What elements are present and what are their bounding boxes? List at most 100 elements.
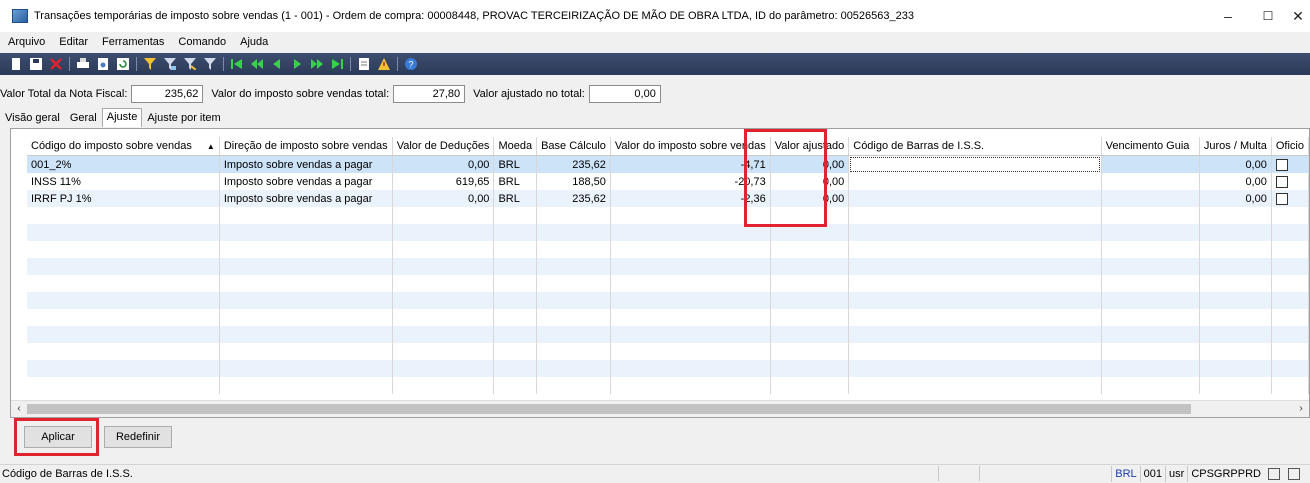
cell-oficio[interactable] bbox=[1271, 190, 1309, 207]
apply-button[interactable]: Aplicar bbox=[24, 426, 92, 448]
cell-codigo-barras[interactable] bbox=[848, 173, 1102, 190]
tab-geral[interactable]: Geral bbox=[65, 109, 102, 127]
col-header-moeda[interactable]: Moeda bbox=[493, 137, 538, 156]
menu-editar[interactable]: Editar bbox=[51, 36, 94, 48]
empty-table-row bbox=[27, 343, 1309, 360]
tab-ajuste[interactable]: Ajuste bbox=[101, 108, 143, 127]
tax-grid: Código do imposto sobre vendas ▲ Direção… bbox=[10, 128, 1310, 418]
previous-record-icon[interactable] bbox=[271, 58, 283, 70]
col-header-vencimento-guia[interactable]: Vencimento Guia bbox=[1101, 137, 1200, 156]
filter-icon[interactable] bbox=[204, 58, 216, 70]
advanced-filter-icon[interactable] bbox=[164, 58, 176, 70]
col-header-valor-ajustado[interactable]: Valor ajustado bbox=[770, 137, 850, 156]
previous-page-icon[interactable] bbox=[251, 58, 263, 70]
cell-oficio[interactable] bbox=[1271, 155, 1309, 173]
col-header-base-calculo[interactable]: Base Cálculo bbox=[536, 137, 611, 156]
col-header-deducoes[interactable]: Valor de Deduções bbox=[392, 137, 495, 156]
cell-valor-imposto[interactable]: -4,71 bbox=[610, 155, 771, 173]
oficio-checkbox[interactable] bbox=[1275, 175, 1288, 188]
col-header-direcao[interactable]: Direção de imposto sobre vendas bbox=[219, 137, 393, 156]
menu-ajuda[interactable]: Ajuda bbox=[232, 36, 274, 48]
alert-icon[interactable] bbox=[378, 58, 390, 70]
cell-base-calculo[interactable]: 235,62 bbox=[536, 155, 611, 173]
cell-codigo[interactable]: 001_2% bbox=[27, 155, 220, 173]
scroll-right-icon[interactable]: › bbox=[1293, 401, 1309, 417]
new-icon[interactable] bbox=[10, 58, 22, 70]
cell-valor-ajustado[interactable]: 0,00 bbox=[770, 190, 850, 207]
col-header-juros-multa[interactable]: Juros / Multa bbox=[1199, 137, 1272, 156]
status-user[interactable]: usr bbox=[1165, 466, 1187, 482]
oficio-checkbox[interactable] bbox=[1275, 192, 1288, 205]
col-header-oficio[interactable]: Oficio bbox=[1271, 137, 1309, 156]
cell-codigo[interactable]: IRRF PJ 1% bbox=[27, 190, 220, 207]
empty-cell bbox=[392, 207, 495, 224]
col-header-valor-imposto[interactable]: Valor do imposto sobre vendas bbox=[610, 137, 771, 156]
cell-juros-multa[interactable]: 0,00 bbox=[1199, 155, 1272, 173]
refresh-icon[interactable] bbox=[117, 58, 129, 70]
cell-vencimento-guia[interactable] bbox=[1101, 173, 1200, 190]
tab-visao-geral[interactable]: Visão geral bbox=[0, 109, 65, 127]
table-row[interactable]: 001_2% Imposto sobre vendas a pagar 0,00… bbox=[27, 155, 1309, 173]
delete-icon[interactable] bbox=[50, 58, 62, 70]
minimize-button[interactable]: – bbox=[1208, 0, 1248, 32]
cell-direcao[interactable]: Imposto sobre vendas a pagar bbox=[219, 173, 393, 190]
cell-direcao[interactable]: Imposto sobre vendas a pagar bbox=[219, 155, 393, 173]
adjusted-total-field[interactable]: 0,00 bbox=[588, 85, 661, 103]
status-server[interactable]: CPSGRPPRD bbox=[1187, 466, 1264, 482]
menu-comando[interactable]: Comando bbox=[170, 36, 232, 48]
cell-valor-imposto[interactable]: -20,73 bbox=[610, 173, 771, 190]
cell-base-calculo[interactable]: 188,50 bbox=[536, 173, 611, 190]
cell-codigo-barras[interactable] bbox=[848, 190, 1102, 207]
save-icon[interactable] bbox=[30, 58, 42, 70]
scrollbar-thumb[interactable] bbox=[27, 404, 1191, 414]
scroll-left-icon[interactable]: ‹ bbox=[11, 401, 27, 417]
filter-by-grid-icon[interactable] bbox=[184, 58, 196, 70]
empty-cell bbox=[536, 377, 611, 394]
print-icon[interactable] bbox=[77, 58, 89, 70]
cell-vencimento-guia[interactable] bbox=[1101, 155, 1200, 173]
next-page-icon[interactable] bbox=[311, 58, 323, 70]
cell-direcao[interactable]: Imposto sobre vendas a pagar bbox=[219, 190, 393, 207]
cell-codigo-barras[interactable] bbox=[848, 155, 1102, 173]
col-header-codigo[interactable]: Código do imposto sobre vendas ▲ bbox=[27, 137, 220, 156]
cell-deducoes[interactable]: 0,00 bbox=[392, 190, 495, 207]
table-row[interactable]: INSS 11% Imposto sobre vendas a pagar 61… bbox=[27, 173, 1309, 190]
cell-base-calculo[interactable]: 235,62 bbox=[536, 190, 611, 207]
first-record-icon[interactable] bbox=[231, 58, 243, 70]
cell-valor-imposto[interactable]: -2,36 bbox=[610, 190, 771, 207]
cell-juros-multa[interactable]: 0,00 bbox=[1199, 190, 1272, 207]
horizontal-scrollbar[interactable]: ‹ › bbox=[11, 400, 1309, 417]
tab-ajuste-por-item[interactable]: Ajuste por item bbox=[142, 109, 225, 127]
cell-valor-ajustado[interactable]: 0,00 bbox=[770, 173, 850, 190]
empty-cell bbox=[27, 258, 220, 275]
table-row[interactable]: IRRF PJ 1% Imposto sobre vendas a pagar … bbox=[27, 190, 1309, 207]
cell-moeda[interactable]: BRL bbox=[493, 190, 538, 207]
print-preview-icon[interactable] bbox=[97, 58, 109, 70]
status-document-icon[interactable] bbox=[1268, 468, 1280, 480]
document-icon[interactable] bbox=[358, 58, 370, 70]
cell-moeda[interactable]: BRL bbox=[493, 155, 538, 173]
cell-oficio[interactable] bbox=[1271, 173, 1309, 190]
status-company[interactable]: 001 bbox=[1139, 466, 1165, 482]
filter-by-selection-icon[interactable] bbox=[144, 58, 156, 70]
cell-vencimento-guia[interactable] bbox=[1101, 190, 1200, 207]
cell-deducoes[interactable]: 619,65 bbox=[392, 173, 495, 190]
status-window-icon[interactable] bbox=[1288, 468, 1300, 480]
col-header-codigo-barras[interactable]: Código de Barras de I.S.S. bbox=[848, 137, 1102, 156]
cell-codigo[interactable]: INSS 11% bbox=[27, 173, 220, 190]
reset-button[interactable]: Redefinir bbox=[104, 426, 172, 448]
cell-valor-ajustado[interactable]: 0,00 bbox=[770, 155, 850, 173]
next-record-icon[interactable] bbox=[291, 58, 303, 70]
empty-cell bbox=[1199, 326, 1272, 343]
last-record-icon[interactable] bbox=[331, 58, 343, 70]
cell-juros-multa[interactable]: 0,00 bbox=[1199, 173, 1272, 190]
maximize-button[interactable]: ☐ bbox=[1248, 0, 1288, 32]
menu-ferramentas[interactable]: Ferramentas bbox=[94, 36, 170, 48]
cell-moeda[interactable]: BRL bbox=[493, 173, 538, 190]
close-button[interactable]: ✕ bbox=[1286, 0, 1310, 32]
cell-deducoes[interactable]: 0,00 bbox=[392, 155, 495, 173]
status-currency[interactable]: BRL bbox=[1111, 466, 1139, 482]
menu-arquivo[interactable]: Arquivo bbox=[0, 36, 51, 48]
oficio-checkbox[interactable] bbox=[1275, 158, 1288, 171]
help-icon[interactable]: ? bbox=[405, 58, 417, 70]
